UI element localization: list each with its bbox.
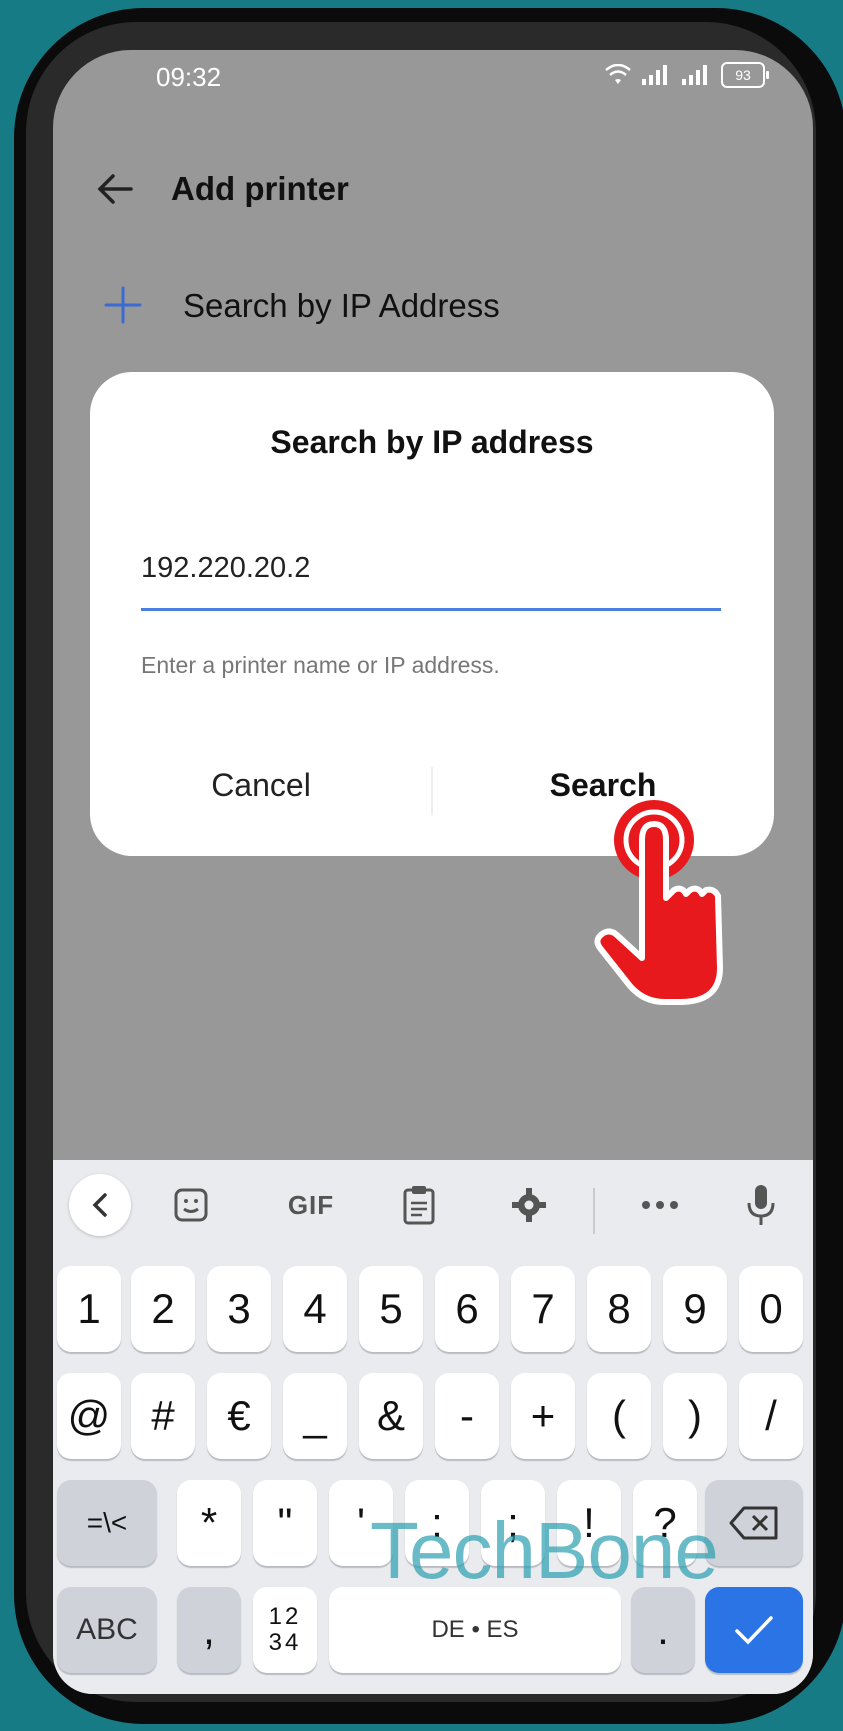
plus-icon (104, 286, 142, 324)
back-arrow-icon[interactable] (91, 164, 141, 214)
search-by-ip-label: Search by IP Address (183, 287, 500, 324)
gif-label: GIF (287, 1189, 335, 1220)
signal-icon (642, 65, 667, 85)
key-ampersand[interactable]: & (359, 1373, 423, 1459)
signal-icon-2 (682, 65, 707, 85)
checkmark-icon (735, 1616, 773, 1645)
battery-icon: 93 (721, 62, 769, 88)
key-hash[interactable]: # (131, 1373, 195, 1459)
enter-key[interactable] (705, 1587, 803, 1673)
status-bar: 09:32 93 (53, 50, 813, 120)
chevron-left-icon (92, 1193, 107, 1217)
key-more-symbols[interactable]: =\< (57, 1480, 157, 1566)
key-abc-label: ABC (76, 1613, 138, 1646)
key-plus[interactable]: + (511, 1373, 575, 1459)
key-slash[interactable]: / (739, 1373, 803, 1459)
tap-hand-icon (594, 800, 723, 1005)
search-ip-dialog: Search by IP address Enter a printer nam… (90, 372, 774, 856)
settings-button[interactable] (499, 1178, 559, 1232)
key-numpad[interactable]: 12 34 (253, 1587, 317, 1673)
backspace-icon (729, 1506, 778, 1540)
key-more-symbols-label: =\< (86, 1507, 128, 1538)
watermark: TechBone (370, 1506, 719, 1595)
more-button[interactable] (625, 1178, 695, 1232)
key-numpad-bottom: 34 (268, 1629, 302, 1656)
key-asterisk[interactable]: * (177, 1480, 241, 1566)
sticker-button[interactable] (161, 1178, 221, 1232)
key-at[interactable]: @ (57, 1373, 121, 1459)
key-6[interactable]: 6 (435, 1266, 499, 1352)
ip-input-wrapper (141, 552, 721, 611)
key-3[interactable]: 3 (207, 1266, 271, 1352)
keyboard-row-bottom: ABC , 12 34 DE • ES . (53, 1587, 813, 1677)
key-0[interactable]: 0 (739, 1266, 803, 1352)
clipboard-icon (403, 1186, 435, 1225)
key-space-label: DE • ES (431, 1616, 519, 1643)
microphone-icon (747, 1185, 775, 1225)
page-title: Add printer (171, 170, 349, 207)
gear-icon (512, 1188, 546, 1222)
key-euro[interactable]: € (207, 1373, 271, 1459)
key-underscore[interactable]: _ (283, 1373, 347, 1459)
key-space[interactable]: DE • ES (329, 1587, 621, 1673)
key-9[interactable]: 9 (663, 1266, 727, 1352)
key-minus[interactable]: - (435, 1373, 499, 1459)
key-numpad-top: 12 (268, 1603, 302, 1630)
gif-button[interactable]: GIF (271, 1178, 351, 1232)
key-abc[interactable]: ABC (57, 1587, 157, 1673)
dialog-title: Search by IP address (270, 424, 594, 460)
key-double-quote[interactable]: " (253, 1480, 317, 1566)
key-open-paren[interactable]: ( (587, 1373, 651, 1459)
keyboard-row-symbols: @ # € _ & - + ( ) / (53, 1373, 813, 1463)
ip-address-input[interactable] (141, 552, 721, 585)
app-bar: Add printer (53, 150, 813, 230)
cancel-button[interactable]: Cancel (90, 767, 432, 804)
key-8[interactable]: 8 (587, 1266, 651, 1352)
keyboard: GIF 1 2 3 4 5 6 7 8 9 0 @ # € _ & - + (… (53, 1160, 813, 1694)
toolbar-collapse-button[interactable] (69, 1174, 131, 1236)
status-time: 09:32 (156, 62, 222, 92)
status-icons: 93 (605, 62, 769, 88)
key-close-paren[interactable]: ) (663, 1373, 727, 1459)
input-hint: Enter a printer name or IP address. (141, 652, 500, 678)
keyboard-toolbar: GIF (53, 1160, 813, 1248)
key-period[interactable]: . (631, 1587, 695, 1673)
toolbar-separator (593, 1188, 595, 1234)
key-comma[interactable]: , (177, 1587, 241, 1673)
backspace-key[interactable] (705, 1480, 803, 1566)
voice-input-button[interactable] (731, 1178, 791, 1232)
keyboard-row-numbers: 1 2 3 4 5 6 7 8 9 0 (53, 1266, 813, 1356)
clipboard-button[interactable] (389, 1178, 449, 1232)
search-by-ip-row[interactable]: Search by IP Address (53, 265, 813, 345)
wifi-icon (605, 64, 631, 84)
key-2[interactable]: 2 (131, 1266, 195, 1352)
key-1[interactable]: 1 (57, 1266, 121, 1352)
key-7[interactable]: 7 (511, 1266, 575, 1352)
key-5[interactable]: 5 (359, 1266, 423, 1352)
sticker-icon (174, 1188, 208, 1222)
more-horizontal-icon (642, 1201, 678, 1209)
key-4[interactable]: 4 (283, 1266, 347, 1352)
